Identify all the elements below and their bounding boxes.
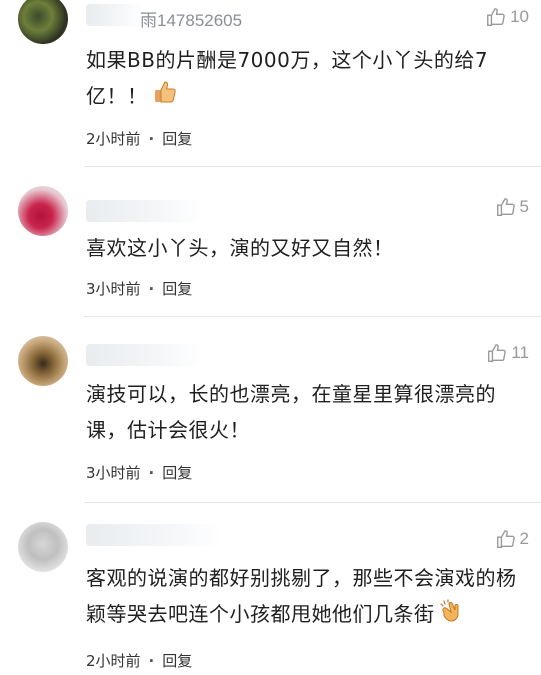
meta-separator: · (148, 279, 155, 298)
avatar[interactable] (18, 186, 68, 236)
reply-button[interactable]: 回复 (162, 278, 192, 299)
like-button[interactable]: 5 (495, 196, 529, 218)
like-button[interactable]: 10 (485, 6, 529, 28)
thumbs-up-emoji-icon (152, 79, 178, 116)
like-count: 2 (519, 529, 529, 548)
like-count: 11 (511, 343, 529, 362)
username-blur (86, 200, 204, 222)
clapping-hands-emoji-icon (439, 598, 463, 634)
comment-time: 3小时前 (86, 464, 141, 482)
comment-meta: 2小时前 · 回复 (86, 650, 192, 671)
comment-time: 3小时前 (86, 280, 141, 298)
thumbs-up-icon (496, 198, 515, 216)
comment-item: 5 喜欢这小丫头，演的又好又自然！ 3小时前 · 回复 (0, 166, 541, 316)
username-blur (86, 524, 221, 546)
like-count: 5 (519, 197, 529, 216)
comment-item: 雨147852605 10 如果BB的片酬是7000万，这个小丫头的给7亿！！ … (0, 0, 541, 160)
comment-text: 演技可以，长的也漂亮，在童星里算很漂亮的课，估计会很火！ (86, 382, 496, 442)
like-button[interactable]: 2 (495, 528, 529, 550)
comment-meta: 3小时前 · 回复 (86, 462, 192, 483)
avatar[interactable] (18, 336, 68, 386)
thumbs-up-icon (496, 530, 515, 548)
comment-text: 喜欢这小丫头，演的又好又自然！ (86, 236, 394, 260)
meta-separator: · (148, 129, 155, 148)
reply-button[interactable]: 回复 (162, 650, 192, 671)
username[interactable]: 雨147852605 (140, 6, 242, 31)
comment-meta: 3小时前 · 回复 (86, 278, 192, 299)
comment-text-wrap: 如果BB的片酬是7000万，这个小丫头的给7亿！！ (86, 42, 528, 116)
comment-item: 2 客观的说演的都好别挑剔了，那些不会演戏的杨颖等哭去吧连个小孩都甩她他们几条街… (0, 502, 541, 675)
avatar[interactable] (18, 0, 68, 44)
like-count: 10 (510, 7, 529, 26)
thumbs-up-icon (487, 8, 505, 26)
comment-time: 2小时前 (86, 130, 141, 148)
comment-text: 如果BB的片酬是7000万，这个小丫头的给7亿！！ (86, 48, 489, 108)
avatar[interactable] (18, 522, 68, 572)
meta-separator: · (148, 651, 155, 670)
reply-button[interactable]: 回复 (162, 462, 192, 483)
reply-button[interactable]: 回复 (162, 128, 192, 149)
like-button[interactable]: 11 (486, 342, 529, 364)
comment-text-wrap: 客观的说演的都好别挑剔了，那些不会演戏的杨颖等哭去吧连个小孩都甩她他们几条街 (86, 560, 528, 634)
meta-separator: · (148, 463, 155, 482)
comment-time: 2小时前 (86, 652, 141, 670)
username-blur (86, 344, 204, 366)
thumbs-up-icon (488, 344, 507, 362)
comment-item: 11 演技可以，长的也漂亮，在童星里算很漂亮的课，估计会很火！ 3小时前 · 回… (0, 316, 541, 502)
username-blur (86, 4, 142, 26)
comment-meta: 2小时前 · 回复 (86, 128, 192, 149)
